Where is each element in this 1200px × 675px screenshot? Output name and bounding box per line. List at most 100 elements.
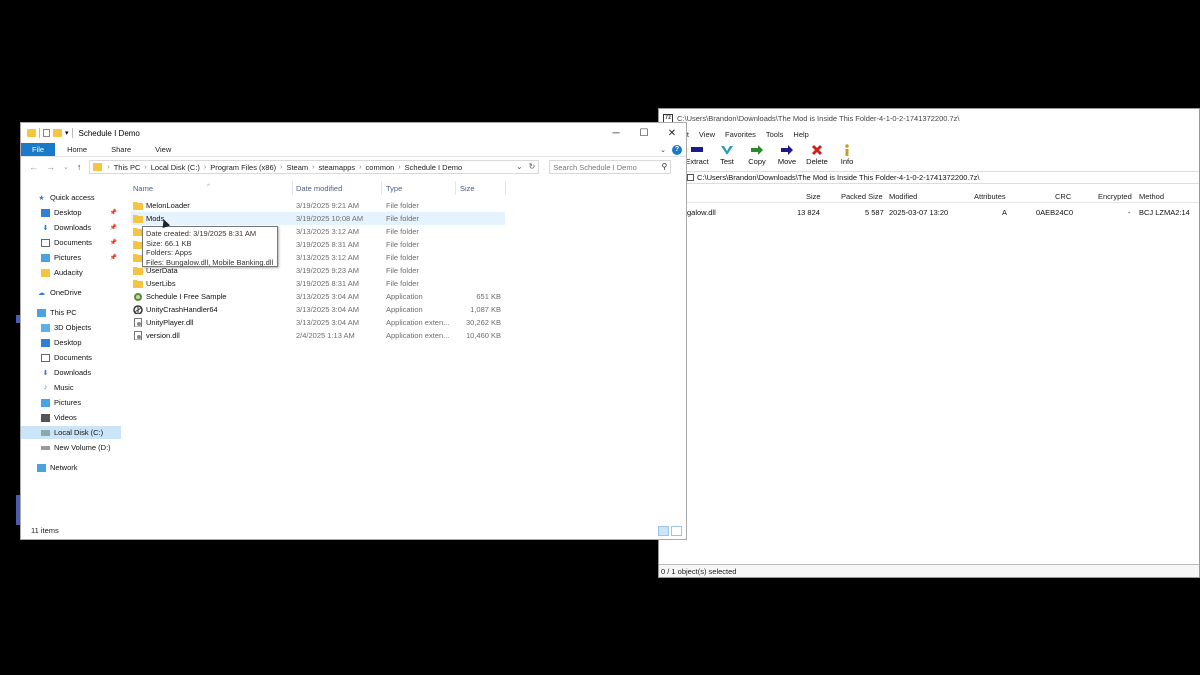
tab-view[interactable]: View <box>143 143 183 156</box>
chevron-right-icon[interactable]: › <box>359 164 361 171</box>
extract-label: Extract <box>685 157 709 166</box>
col-date-modified[interactable]: Date modified <box>296 184 342 193</box>
column-divider[interactable] <box>455 181 456 195</box>
pin-icon[interactable]: 📌 <box>110 254 117 261</box>
details-view-icon[interactable] <box>658 526 669 536</box>
column-divider[interactable] <box>292 181 293 195</box>
chevron-right-icon[interactable]: › <box>398 164 400 171</box>
col-method[interactable]: Method <box>1139 192 1164 201</box>
sidebar-item-quick-access[interactable]: ★ Quick access <box>21 191 121 204</box>
copy-button[interactable]: Copy <box>745 143 769 166</box>
sidebar-item-documents[interactable]: Documents 📌 <box>21 236 121 249</box>
sidebar-item-label: OneDrive <box>50 288 82 297</box>
minimize-button[interactable]: ─ <box>602 123 630 143</box>
sidebar-item-desktop[interactable]: Desktop 📌 <box>21 206 121 219</box>
back-button[interactable]: ← <box>29 162 38 172</box>
breadcrumb[interactable]: Program Files (x86) <box>210 163 276 172</box>
chevron-right-icon[interactable]: › <box>107 164 109 171</box>
expand-ribbon-icon[interactable]: ⌄ <box>660 146 666 154</box>
col-size[interactable]: Size <box>806 192 821 201</box>
sidebar-item-new-volume-d[interactable]: New Volume (D:) <box>21 441 121 454</box>
sidebar-item-documents[interactable]: Documents <box>21 351 121 364</box>
column-divider[interactable] <box>381 181 382 195</box>
maximize-button[interactable]: ☐ <box>630 123 658 143</box>
new-folder-icon[interactable] <box>53 129 62 137</box>
close-button[interactable]: ✕ <box>658 123 686 143</box>
search-input[interactable]: Search Schedule I Demo ⚲ <box>549 160 672 174</box>
help-icon[interactable]: ? <box>672 144 682 155</box>
sidebar-item-this-pc[interactable]: This PC <box>21 306 121 319</box>
file-date: 3/19/2025 9:23 AM <box>296 266 359 275</box>
pin-icon[interactable]: 📌 <box>110 209 117 216</box>
sidebar-item-local-disk-c[interactable]: Local Disk (C:) <box>21 426 121 439</box>
tab-file[interactable]: File <box>21 143 56 156</box>
up-button[interactable]: ↑ <box>77 162 82 172</box>
delete-button[interactable]: Delete <box>805 143 829 166</box>
sidebar-item-downloads[interactable]: ⬇ Downloads <box>21 366 121 379</box>
list-item[interactable]: UnityPlayer.dll 3/13/2025 3:04 AM Applic… <box>131 316 505 329</box>
chevron-right-icon[interactable]: › <box>280 164 282 171</box>
list-item[interactable]: version.dll 2/4/2025 1:13 AM Application… <box>131 329 505 342</box>
col-type[interactable]: Type <box>386 184 402 193</box>
menu-help[interactable]: Help <box>793 130 808 139</box>
sidebar-item-3d-objects[interactable]: 3D Objects <box>21 321 121 334</box>
extract-button[interactable]: Extract <box>685 143 709 166</box>
tab-home[interactable]: Home <box>55 143 99 156</box>
column-divider[interactable] <box>505 181 506 195</box>
forward-button[interactable]: → <box>46 162 55 172</box>
test-button[interactable]: Test <box>715 143 739 166</box>
tab-share[interactable]: Share <box>99 143 143 156</box>
list-item[interactable]: Mods 3/19/2025 10:08 AM File folder <box>131 212 505 225</box>
large-icons-view-icon[interactable] <box>671 526 682 536</box>
col-packed-size[interactable]: Packed Size <box>841 192 883 201</box>
menu-favorites[interactable]: Favorites <box>725 130 756 139</box>
col-modified[interactable]: Modified <box>889 192 917 201</box>
customize-chevron-icon[interactable]: ▾ <box>65 129 69 137</box>
breadcrumb[interactable]: Schedule I Demo <box>405 163 463 172</box>
sidebar-item-network[interactable]: Network <box>21 461 121 474</box>
list-item[interactable]: Schedule I Free Sample 3/13/2025 3:04 AM… <box>131 290 505 303</box>
breadcrumb[interactable]: Steam <box>286 163 308 172</box>
breadcrumb[interactable]: Local Disk (C:) <box>151 163 200 172</box>
col-crc[interactable]: CRC <box>1055 192 1071 201</box>
breadcrumb[interactable]: This PC <box>114 163 141 172</box>
breadcrumb[interactable]: common <box>366 163 395 172</box>
sidebar-item-downloads[interactable]: ⬇ Downloads 📌 <box>21 221 121 234</box>
info-button[interactable]: Info <box>835 143 859 166</box>
item-count: 11 items <box>31 526 59 535</box>
refresh-icon[interactable]: ↻ <box>529 162 536 171</box>
sidebar-item-desktop[interactable]: Desktop <box>21 336 121 349</box>
sidebar-item-pictures[interactable]: Pictures 📌 <box>21 251 121 264</box>
col-size[interactable]: Size <box>460 184 475 193</box>
move-button[interactable]: Move <box>775 143 799 166</box>
address-bar[interactable]: › This PC › Local Disk (C:) › Program Fi… <box>89 160 540 174</box>
chevron-right-icon[interactable]: › <box>204 164 206 171</box>
sidebar-item-pictures[interactable]: Pictures <box>21 396 121 409</box>
sidebar-item-videos[interactable]: Videos <box>21 411 121 424</box>
sidebar-item-audacity[interactable]: Audacity <box>21 266 121 279</box>
list-item[interactable]: UserLibs 3/19/2025 8:31 AM File folder <box>131 277 505 290</box>
explorer-title-bar[interactable]: ▾ Schedule I Demo ─ ☐ ✕ <box>21 123 686 143</box>
col-name[interactable]: Name <box>133 184 153 193</box>
table-row[interactable]: galow.dll 13 824 5 587 2025-03-07 13:20 … <box>659 205 1199 218</box>
menu-view[interactable]: View <box>699 130 715 139</box>
7zip-title-bar[interactable]: 7z C:\Users\Brandon\Downloads\The Mod is… <box>659 109 1199 127</box>
pin-icon[interactable]: 📌 <box>110 224 117 231</box>
chevron-down-icon[interactable]: ⌄ <box>516 162 523 171</box>
list-item[interactable]: UnityCrashHandler64 3/13/2025 3:04 AM Ap… <box>131 303 505 316</box>
search-icon[interactable]: ⚲ <box>662 162 668 171</box>
list-item[interactable]: MelonLoader 3/19/2025 9:21 AM File folde… <box>131 199 505 212</box>
folder-up-icon[interactable] <box>687 174 694 181</box>
recent-locations-button[interactable]: ⌄ <box>63 163 69 171</box>
menu-tools[interactable]: Tools <box>766 130 784 139</box>
7zip-address-bar[interactable]: C:\Users\Brandon\Downloads\The Mod is In… <box>687 171 1199 184</box>
col-attributes[interactable]: Attributes <box>974 192 1006 201</box>
sidebar-item-onedrive[interactable]: ☁ OneDrive <box>21 286 121 299</box>
pin-icon[interactable]: 📌 <box>110 239 117 246</box>
properties-icon[interactable] <box>43 129 50 137</box>
chevron-right-icon[interactable]: › <box>144 164 146 171</box>
breadcrumb[interactable]: steamapps <box>319 163 356 172</box>
chevron-right-icon[interactable]: › <box>312 164 314 171</box>
col-encrypted[interactable]: Encrypted <box>1098 192 1132 201</box>
sidebar-item-music[interactable]: ♪ Music <box>21 381 121 394</box>
